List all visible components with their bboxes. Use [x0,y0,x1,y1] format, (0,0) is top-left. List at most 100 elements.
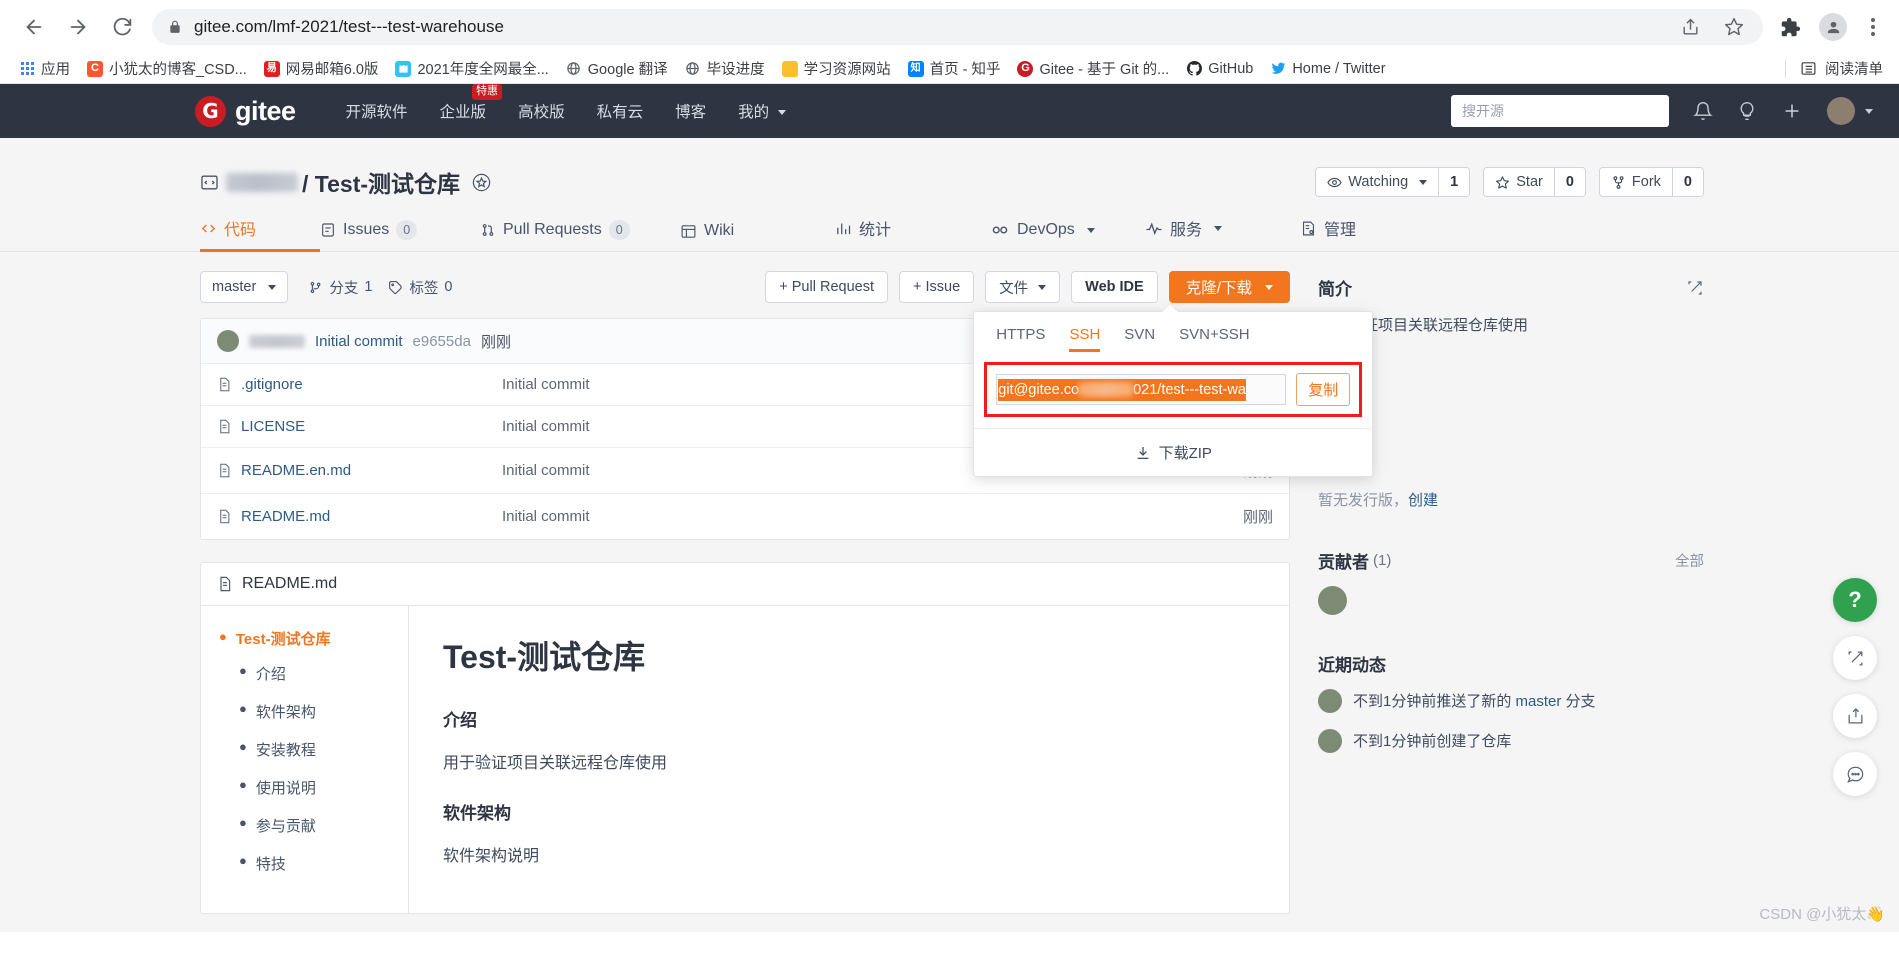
tab-code[interactable]: 代码 [200,216,320,252]
chrome-menu-icon[interactable] [1861,18,1885,36]
readme-content: Test-测试仓库 介绍 用于验证项目关联远程仓库使用 软件架构 软件架构说明 [409,606,1289,913]
bookmark-csdn[interactable]: C 小犹太的博客_CSD... [80,55,254,82]
create-release-link[interactable]: 创建 [1408,492,1438,509]
nav-item-blog[interactable]: 博客 [675,100,706,122]
table-row[interactable]: README.md Initial commit 刚刚 [201,494,1289,539]
tab-manage[interactable]: 管理 [1300,216,1356,251]
btn-label: 文件 [999,280,1029,297]
address-bar[interactable]: gitee.com/lmf-2021/test---test-warehouse [152,9,1763,45]
branches-link[interactable]: 分支 1 [308,277,372,298]
chart-icon [835,220,852,237]
clone-tab-ssh[interactable]: SSH [1069,326,1100,352]
commit-message[interactable]: Initial commit [315,333,403,350]
apps-grid-icon [19,61,35,77]
file-name-cell[interactable]: .gitignore [217,376,502,393]
clone-tab-https[interactable]: HTTPS [996,326,1045,352]
contributors-count: (1) [1373,551,1392,569]
toc-item[interactable]: ● 软件架构 [239,701,408,722]
toc-item[interactable]: ● 介绍 [239,663,408,684]
files-button[interactable]: 文件 [985,271,1061,303]
nav-item-private-cloud[interactable]: 私有云 [597,100,644,122]
tags-link[interactable]: 标签 0 [388,277,452,298]
nav-item-edu[interactable]: 高校版 [518,100,565,122]
bookmark-bishe-progress[interactable]: 毕设进度 [678,55,772,82]
new-pull-request-button[interactable]: + Pull Request [765,271,888,303]
bookmark-2021-summary[interactable]: 2021年度全网最全... [388,55,555,82]
profile-avatar-icon[interactable] [1819,13,1847,41]
fork-button-group[interactable]: Fork 0 [1598,167,1704,197]
tab-statistics[interactable]: 统计 [835,216,990,251]
tab-wiki[interactable]: Wiki [680,222,835,251]
bookmark-twitter[interactable]: Home / Twitter [1263,58,1392,80]
nav-item-enterprise[interactable]: 企业版 特惠 [440,84,503,122]
fork-count[interactable]: 0 [1671,168,1703,196]
fork-button[interactable]: Fork [1599,168,1672,196]
star-circle-icon[interactable] [471,172,492,193]
gitee-logo[interactable]: G gitee [195,95,296,127]
reading-list-label[interactable]: 阅读清单 [1825,58,1883,79]
toc-root-item[interactable]: ● Test-测试仓库 [219,628,408,649]
star-button[interactable]: Star [1484,168,1554,196]
share-icon[interactable] [1677,14,1703,40]
reading-list-icon[interactable] [1800,60,1817,77]
activity-prefix: 不到1分钟前推送了新的 [1353,693,1516,710]
tab-pull-requests[interactable]: Pull Requests 0 [480,219,680,251]
comment-icon[interactable] [1833,752,1877,796]
share-square-icon[interactable] [1833,694,1877,738]
clone-tab-svn[interactable]: SVN [1124,326,1155,352]
toc-item[interactable]: ● 特技 [239,853,408,874]
bookmark-gitee[interactable]: G Gitee - 基于 Git 的... [1010,55,1176,82]
user-menu[interactable] [1827,97,1873,125]
clone-tab-svn-ssh[interactable]: SVN+SSH [1179,326,1249,352]
file-name-cell[interactable]: README.en.md [217,462,502,479]
download-zip-button[interactable]: 下载ZIP [974,428,1373,476]
bookmark-netease-mail[interactable]: 易 网易邮箱6.0版 [257,55,386,82]
bookmark-github[interactable]: GitHub [1179,58,1260,80]
contributors-all-link[interactable]: 全部 [1675,550,1704,571]
plus-icon[interactable] [1781,100,1803,122]
avatar[interactable] [1318,585,1347,615]
clone-url-input[interactable]: git@gitee.co 021/test---test-wa [996,374,1287,405]
bookmark-study-resources[interactable]: 学习资源网站 [775,55,898,82]
branch-selector[interactable]: master [200,271,289,303]
lightbulb-icon[interactable] [1737,101,1757,121]
file-name-cell[interactable]: LICENSE [217,418,502,435]
nav-item-mine[interactable]: 我的 [738,100,787,122]
tab-devops[interactable]: DevOps [990,220,1145,251]
watching-count[interactable]: 1 [1438,168,1470,196]
bookmark-apps[interactable]: 应用 [12,55,77,82]
bookmark-zhihu[interactable]: 知 首页 - 知乎 [901,55,1008,82]
toc-item[interactable]: ● 安装教程 [239,739,408,760]
tab-services[interactable]: 服务 [1145,216,1300,251]
nav-item-opensource[interactable]: 开源软件 [346,100,408,122]
extensions-puzzle-icon[interactable] [1777,14,1803,40]
clone-download-button[interactable]: 克隆/下载 [1168,271,1290,303]
toc-item[interactable]: ● 参与贡献 [239,815,408,836]
feedback-edit-icon[interactable] [1833,636,1877,680]
search-box[interactable] [1451,95,1669,127]
forward-arrow-icon[interactable] [58,7,98,47]
tab-issues[interactable]: Issues 0 [320,219,480,251]
help-icon[interactable]: ? [1833,578,1877,622]
readme-toc: ● Test-测试仓库 ● 介绍 ● 软件架构 ● 安装教程 ● 使用说明 ● 参与贡献 … [201,606,409,913]
edit-icon[interactable] [1686,279,1704,297]
bell-icon[interactable] [1693,101,1713,121]
star-count[interactable]: 0 [1553,168,1585,196]
back-arrow-icon[interactable] [14,7,54,47]
watching-button-group[interactable]: Watching 1 [1315,167,1471,197]
commit-sha[interactable]: e9655da [413,333,471,350]
new-issue-button[interactable]: + Issue [898,271,975,303]
watching-button[interactable]: Watching [1316,168,1439,196]
copy-button[interactable]: 复制 [1296,373,1351,406]
netease-mail-icon: 易 [263,60,280,77]
bookmark-star-icon[interactable] [1721,14,1747,40]
bookmark-google-translate[interactable]: Google 翻译 [559,55,675,82]
activity-link[interactable]: master [1516,693,1562,710]
web-ide-button[interactable]: Web IDE [1071,271,1158,303]
toc-item[interactable]: ● 使用说明 [239,777,408,798]
search-input[interactable] [1462,103,1658,119]
gitee-header-right [1451,95,1899,127]
star-button-group[interactable]: Star 0 [1483,167,1586,197]
reload-icon[interactable] [102,7,142,47]
file-name-cell[interactable]: README.md [217,508,502,525]
